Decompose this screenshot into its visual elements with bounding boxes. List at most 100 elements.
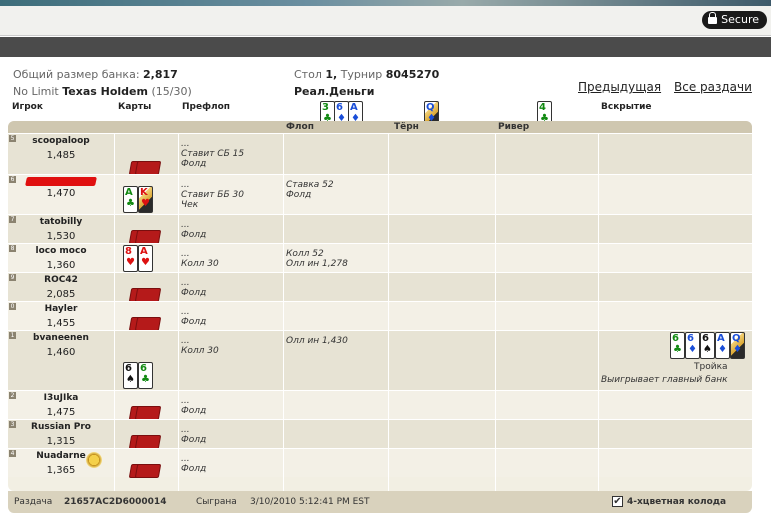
player-row: 3 Russian Pro 1,315... Фолд xyxy=(8,419,752,449)
player-chips: 1,470 xyxy=(46,188,76,199)
action-line: ... xyxy=(181,396,190,406)
player-chips: 2,085 xyxy=(46,289,76,300)
col-divider xyxy=(495,133,496,491)
facedown-cards-icon xyxy=(128,317,162,331)
player-row: 2 I3uJIka 1,475... Фолд xyxy=(8,390,752,420)
preflop-actions: ... Фолд xyxy=(181,220,206,240)
four-color-checkbox[interactable]: ✔ xyxy=(612,496,623,507)
col-cards: Карты xyxy=(118,102,152,112)
played-label: Сыграна xyxy=(196,497,237,507)
action-line: ... xyxy=(181,307,190,317)
action-line: Олл ин 1,430 xyxy=(286,336,348,346)
preflop-actions: ... Фолд xyxy=(181,425,206,445)
seat-number: 2 xyxy=(9,392,16,399)
player-name: I3uJIka xyxy=(43,393,79,403)
browser-strip: Secure xyxy=(0,0,771,36)
hole-card: 6 ♣ xyxy=(138,362,153,389)
hand-footer: Раздача 21657AC2D6000014 Сыграна 3/10/20… xyxy=(8,491,752,513)
previous-hand-link[interactable]: Предыдущая xyxy=(578,80,661,94)
card-rank: Q xyxy=(732,333,741,344)
pot-label: Общий размер банка: xyxy=(13,68,140,81)
card-suit-icon: ♥ xyxy=(126,257,135,268)
action-line: Фолд xyxy=(181,317,207,327)
money-type-value: Реал.Деньги xyxy=(294,85,375,98)
card-rank: 3 xyxy=(322,102,329,113)
showdown-card: 6 ♠ xyxy=(700,332,715,359)
player-row: 9 ROC42 2,085... Фолд xyxy=(8,272,752,302)
seat-number: 9 xyxy=(9,274,16,281)
action-line: Колл 30 xyxy=(181,346,219,356)
four-color-label: 4-хцветная колода xyxy=(627,497,727,507)
card-rank: A xyxy=(350,102,358,113)
card-rank: 4 xyxy=(539,102,546,113)
money-type: Реал.Деньги xyxy=(294,85,374,98)
street-header: Флоп Тёрн Ривер xyxy=(8,121,752,133)
col-divider xyxy=(178,133,179,491)
tournament-number: 8045270 xyxy=(385,68,440,81)
hand-history-table: Флоп Тёрн Ривер 5 scoopaloop 1,485... Стави… xyxy=(8,121,752,491)
card-suit-icon: ♠ xyxy=(703,344,712,355)
player-chips: 1,530 xyxy=(46,231,76,242)
player-row: 7 tatobilly 1,530... Фолд xyxy=(8,214,752,244)
seat-number: 3 xyxy=(9,421,16,428)
lock-icon xyxy=(708,11,718,25)
card-suit-icon: ♦ xyxy=(688,344,697,355)
action-line: Фолд xyxy=(181,159,207,169)
showdown-card: 6 ♦ xyxy=(685,332,700,359)
action-line: Фолд xyxy=(181,464,207,474)
player-row: 1 bvaneenen 1,460 6 ♠ 6 ♣... Колл 30 Олл ин 1,43… xyxy=(8,330,752,390)
col-river: Ривер xyxy=(498,122,530,132)
player-chips: 1,360 xyxy=(46,260,76,271)
facedown-cards-icon xyxy=(128,161,162,175)
card-rank: 6 xyxy=(687,333,694,344)
preflop-actions: ... Фолд xyxy=(181,396,206,416)
seat-number: 6 xyxy=(9,176,16,183)
card-rank: 6 xyxy=(672,333,679,344)
card-rank: 6 xyxy=(702,333,709,344)
browser-topline xyxy=(0,0,771,6)
seat-number: 0 xyxy=(9,303,16,310)
secure-badge[interactable]: Secure xyxy=(702,11,767,29)
game-info: No Limit Texas Holdem (15/30) xyxy=(13,85,192,98)
seat-number: 5 xyxy=(9,135,16,142)
card-rank: 6 xyxy=(140,363,147,374)
flop-actions: Ставка 52 Фолд xyxy=(286,180,334,200)
col-preflop: Префлоп xyxy=(182,102,231,112)
table-number: 1, xyxy=(325,68,338,81)
facedown-cards-icon xyxy=(128,288,162,302)
showdown-card: 6 ♣ xyxy=(670,332,685,359)
action-line: ... xyxy=(181,249,190,259)
player-chips: 1,460 xyxy=(46,347,76,358)
showdown-note: Выигрывает главный банк xyxy=(601,375,728,385)
action-line: Фолд xyxy=(181,435,207,445)
seat-number: 1 xyxy=(9,332,16,339)
player-chips: 1,485 xyxy=(46,150,76,161)
preflop-actions: ... Колл 30 xyxy=(181,249,219,269)
action-line: Колл 30 xyxy=(181,259,219,269)
action-line: ... xyxy=(181,139,190,149)
game-prefix: No Limit xyxy=(13,85,59,98)
tournament-label: Турнир xyxy=(340,68,383,81)
all-hands-link[interactable]: Все раздачи xyxy=(674,80,752,94)
player-name: Hayler xyxy=(44,304,78,314)
hand-id-label: Раздача xyxy=(14,497,53,507)
card-suit-icon: ♥ xyxy=(141,198,150,209)
card-suit-icon: ♣ xyxy=(673,344,682,355)
card-suit-icon: ♣ xyxy=(126,198,135,209)
preflop-actions: ... Фолд xyxy=(181,307,206,327)
preflop-actions: ... Колл 30 xyxy=(181,336,219,356)
showdown-card: A ♦ xyxy=(715,332,730,359)
action-line: ... xyxy=(181,278,190,288)
action-line: Фолд xyxy=(181,288,207,298)
player-row: 4 Nuadarne 1,365... Фолд xyxy=(8,448,752,478)
seat-number: 4 xyxy=(9,450,16,457)
card-rank: 8 xyxy=(125,246,132,257)
showdown-result: Тройка xyxy=(694,362,728,372)
table-info: Стол 1, Турнир 8045270 xyxy=(294,68,439,81)
action-line: Чек xyxy=(181,200,199,210)
col-flop: Флоп xyxy=(286,122,314,132)
preflop-actions: ... Фолд xyxy=(181,278,206,298)
player-name: ROC42 xyxy=(44,275,78,285)
facedown-cards-icon xyxy=(128,230,162,244)
facedown-cards-icon xyxy=(128,435,162,449)
